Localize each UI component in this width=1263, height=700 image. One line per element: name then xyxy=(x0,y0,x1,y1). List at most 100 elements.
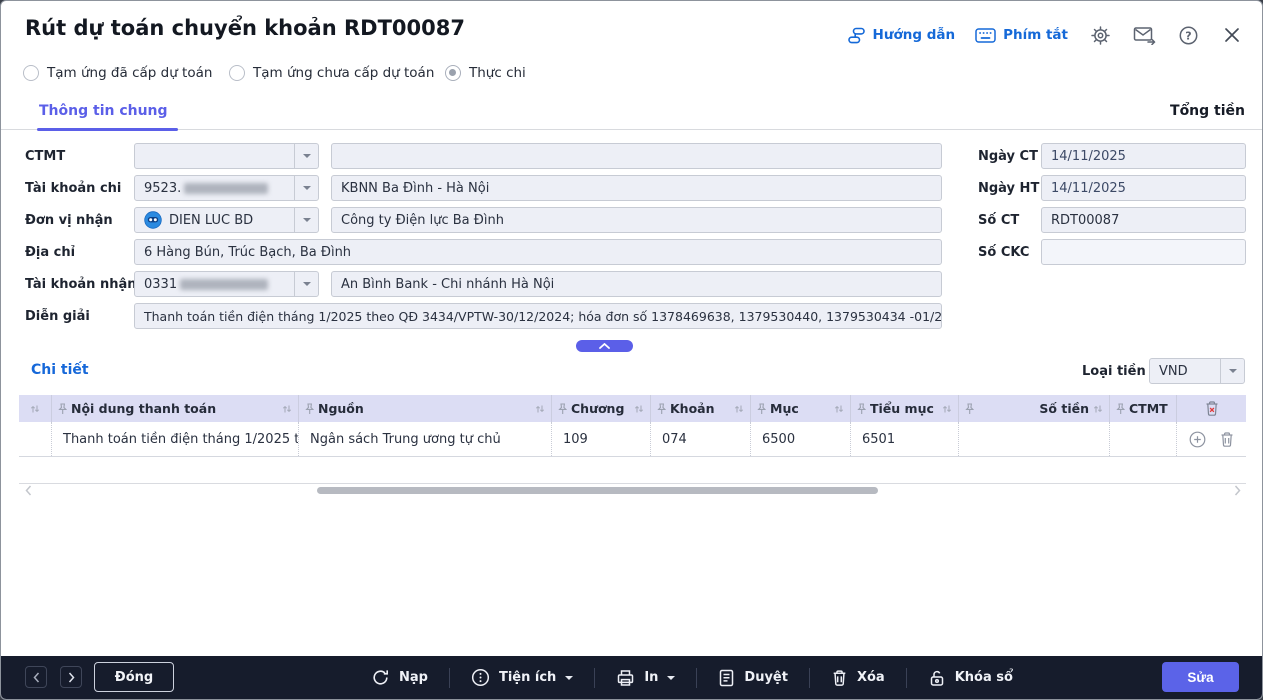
column-label: Số tiền xyxy=(1039,401,1089,416)
cell-muc[interactable]: 6500 xyxy=(750,422,850,456)
sort-icon xyxy=(634,404,644,414)
tab-bar: Thông tin chung Tổng tiền xyxy=(1,95,1262,130)
edit-button[interactable]: Sửa xyxy=(1162,662,1239,692)
radio-tam-ung-chua-cap[interactable]: Tạm ứng chưa cấp dự toán xyxy=(229,65,434,81)
cell-actions xyxy=(1176,422,1246,456)
don-vi-nhan-caret-button[interactable] xyxy=(294,208,318,232)
radio-thuc-chi[interactable]: Thực chi xyxy=(445,65,526,81)
ngay-ht-field[interactable]: 14/11/2025 xyxy=(1041,175,1246,201)
currency-value: VND xyxy=(1159,364,1188,379)
ctmt-name-field[interactable] xyxy=(331,143,942,169)
chevron-down-icon xyxy=(565,676,573,684)
cell-index xyxy=(19,422,51,456)
header-tieu-muc[interactable]: Tiểu mục xyxy=(850,395,958,422)
close-dialog-button[interactable]: Đóng xyxy=(94,662,174,692)
radio-label: Thực chi xyxy=(469,65,526,81)
cell-text: Thanh toán tiền điện tháng 1/2025 th... xyxy=(63,432,298,447)
header-noi-dung-thanh-toan[interactable]: Nội dung thanh toán xyxy=(51,395,298,422)
tai-khoan-chi-caret-button[interactable] xyxy=(294,176,318,200)
so-ct-field[interactable]: RDT00087 xyxy=(1041,207,1246,233)
tai-khoan-chi-label: Tài khoản chi xyxy=(25,181,121,196)
ngay-ct-field[interactable]: 14/11/2025 xyxy=(1041,143,1246,169)
cell-tieu-muc[interactable]: 6501 xyxy=(850,422,958,456)
so-ckc-field[interactable] xyxy=(1041,239,1246,265)
radio-tam-ung-da-cap[interactable]: Tạm ứng đã cấp dự toán xyxy=(23,65,212,81)
horizontal-scrollbar-thumb[interactable] xyxy=(317,487,878,494)
currency-select[interactable]: VND xyxy=(1149,358,1245,384)
pin-icon xyxy=(757,403,766,415)
utilities-button[interactable]: Tiện ích xyxy=(471,668,573,687)
settings-button[interactable] xyxy=(1088,23,1112,47)
cell-text: 6500 xyxy=(762,432,795,447)
header-ctmt[interactable]: CTMT xyxy=(1109,395,1176,422)
chevron-down-icon xyxy=(303,218,311,226)
guide-link[interactable]: Hướng dẫn xyxy=(847,26,956,45)
guide-label: Hướng dẫn xyxy=(873,27,956,43)
collapse-section-button[interactable] xyxy=(576,340,633,352)
header-so-tien[interactable]: Số tiền xyxy=(958,395,1109,422)
shortcuts-link[interactable]: Phím tắt xyxy=(975,27,1068,43)
total-money-label: Tổng tiền xyxy=(1170,103,1245,119)
currency-caret-button[interactable] xyxy=(1220,359,1244,383)
ngay-ht-value: 14/11/2025 xyxy=(1051,181,1126,196)
delete-row-button[interactable] xyxy=(1219,431,1235,448)
close-button[interactable] xyxy=(1220,23,1244,47)
ctmt-caret-button[interactable] xyxy=(294,144,318,168)
radio-circle-icon xyxy=(23,65,39,81)
cell-so-tien[interactable] xyxy=(958,422,1109,456)
cell-ctmt[interactable] xyxy=(1109,422,1176,456)
table-row[interactable]: Thanh toán tiền điện tháng 1/2025 th... … xyxy=(19,422,1246,457)
next-record-button[interactable] xyxy=(60,666,82,688)
cell-nguon[interactable]: Ngân sách Trung ương tự chủ xyxy=(298,422,551,456)
utilities-label: Tiện ích xyxy=(499,670,556,685)
cell-noi-dung[interactable]: Thanh toán tiền điện tháng 1/2025 th... xyxy=(51,422,298,456)
so-ckc-label: Số CKC xyxy=(978,245,1029,260)
detail-section-title: Chi tiết xyxy=(31,362,89,378)
delete-label: Xóa xyxy=(857,670,885,685)
scroll-right-button[interactable] xyxy=(1234,485,1241,496)
redacted-account-number xyxy=(184,183,268,194)
mail-button[interactable] xyxy=(1132,23,1156,47)
currency-label: Loại tiền xyxy=(1082,364,1146,379)
tai-khoan-nhan-code-prefix: 0331 xyxy=(144,277,177,292)
cell-chuong[interactable]: 109 xyxy=(551,422,650,456)
sort-icon xyxy=(282,404,292,414)
topbar-actions: Hướng dẫn Phím tắt xyxy=(847,23,1244,47)
header-khoan[interactable]: Khoản xyxy=(650,395,750,422)
tai-khoan-chi-name-field[interactable]: KBNN Ba Đình - Hà Nội xyxy=(331,175,942,201)
chevron-down-icon xyxy=(303,186,311,194)
ngay-ct-value: 14/11/2025 xyxy=(1051,149,1126,164)
delete-button[interactable]: Xóa xyxy=(831,669,885,687)
print-button[interactable]: In xyxy=(616,669,675,687)
lock-button[interactable]: Khóa sổ xyxy=(928,669,1013,687)
don-vi-nhan-select[interactable]: DIEN LUC BD xyxy=(134,207,319,233)
tai-khoan-chi-select[interactable]: 9523. xyxy=(134,175,319,201)
tai-khoan-nhan-select[interactable]: 0331 xyxy=(134,271,319,297)
header-nguon[interactable]: Nguồn xyxy=(298,395,551,422)
reload-button[interactable]: Nạp xyxy=(371,668,428,687)
column-label: CTMT xyxy=(1129,401,1168,416)
tai-khoan-nhan-name-field[interactable]: An Bình Bank - Chi nhánh Hà Nội xyxy=(331,271,942,297)
chevron-down-icon xyxy=(303,154,311,162)
redacted-account-number xyxy=(180,279,268,290)
cell-khoan[interactable]: 074 xyxy=(650,422,750,456)
tab-thong-tin-chung[interactable]: Thông tin chung xyxy=(37,95,170,130)
help-button[interactable]: ? xyxy=(1176,23,1200,47)
reload-label: Nạp xyxy=(399,670,428,685)
dia-chi-value: 6 Hàng Bún, Trúc Bạch, Ba Đình xyxy=(144,245,351,260)
approve-button[interactable]: Duyệt xyxy=(718,669,788,687)
chevron-left-icon xyxy=(25,485,32,496)
prev-record-button[interactable] xyxy=(25,666,47,688)
don-vi-nhan-name-field[interactable]: Công ty Điện lực Ba Đình xyxy=(331,207,942,233)
header-chuong[interactable]: Chương xyxy=(551,395,650,422)
dia-chi-field[interactable]: 6 Hàng Bún, Trúc Bạch, Ba Đình xyxy=(134,239,942,265)
header-muc[interactable]: Mục xyxy=(750,395,850,422)
pin-icon xyxy=(1116,403,1125,415)
scroll-left-button[interactable] xyxy=(25,485,32,496)
add-row-button[interactable] xyxy=(1189,431,1206,448)
delete-all-rows-button[interactable] xyxy=(1204,400,1220,417)
header-index-column[interactable] xyxy=(19,395,51,422)
ctmt-code-select[interactable] xyxy=(134,143,319,169)
tai-khoan-nhan-caret-button[interactable] xyxy=(294,272,318,296)
dien-giai-field[interactable]: Thanh toán tiền điện tháng 1/2025 theo Q… xyxy=(134,303,942,329)
